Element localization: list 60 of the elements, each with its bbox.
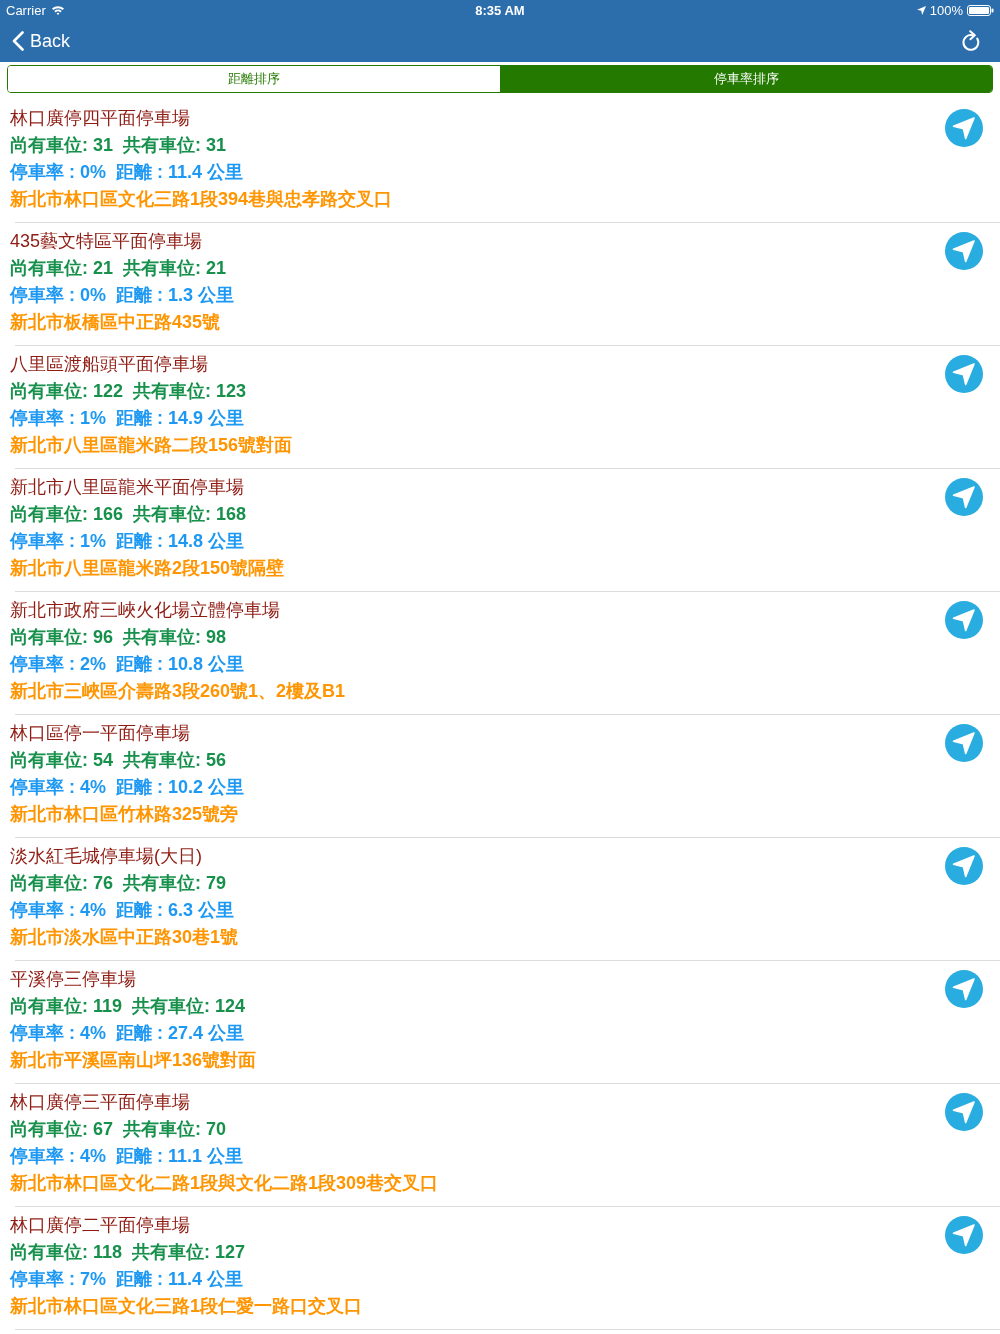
occupancy-distance-text: 停車率 : 1% 距離 : 14.8 公里 [10,530,245,553]
address-text: 新北市林口區文化二路1段與文化二路1段309巷交叉口 [10,1172,439,1195]
parking-spaces-text: 尚有車位: 118 共有車位: 127 [10,1241,246,1264]
occupancy-distance-text: 停車率 : 4% 距離 : 27.4 公里 [10,1022,245,1045]
parking-spaces-text: 尚有車位: 31 共有車位: 31 [10,134,227,157]
navigation-icon[interactable] [945,109,983,147]
lot-name: 林口廣停四平面停車場 [10,107,190,130]
parking-spaces-text: 尚有車位: 122 共有車位: 123 [10,380,247,403]
occupancy-distance-text: 停車率 : 4% 距離 : 11.1 公里 [10,1145,244,1168]
occupancy-distance-text: 停車率 : 2% 距離 : 10.8 公里 [10,653,245,676]
address-text: 新北市三峽區介壽路3段260號1、2樓及B1 [10,680,346,703]
occupancy-distance-text: 停車率 : 0% 距離 : 1.3 公里 [10,284,235,307]
navigation-icon[interactable] [945,847,983,885]
lot-name: 新北市政府三峽火化場立體停車場 [10,599,280,622]
parking-spaces-text: 尚有車位: 119 共有車位: 124 [10,995,246,1018]
occupancy-distance-text: 停車率 : 1% 距離 : 14.9 公里 [10,407,245,430]
refresh-icon[interactable] [961,30,981,52]
occupancy-distance-text: 停車率 : 0% 距離 : 11.4 公里 [10,161,244,184]
address-text: 新北市平溪區南山坪136號對面 [10,1049,257,1072]
navigation-icon[interactable] [945,1093,983,1131]
occupancy-distance-text: 停車率 : 7% 距離 : 11.4 公里 [10,1268,244,1291]
back-button[interactable]: Back [12,28,71,54]
lot-name: 淡水紅毛城停車場(大日) [10,845,202,868]
address-text: 新北市八里區龍米路二段156號對面 [10,434,293,457]
chevron-left-icon [12,31,24,51]
lot-name: 林口廣停三平面停車場 [10,1091,190,1114]
occupancy-distance-text: 停車率 : 4% 距離 : 6.3 公里 [10,899,235,922]
address-text: 新北市八里區龍米路2段150號隔壁 [10,557,285,580]
wifi-icon [50,5,65,15]
battery-icon [967,4,994,16]
navigation-icon[interactable] [945,355,983,393]
status-time: 8:35 AM [475,2,525,18]
address-text: 新北市林口區文化三路1段仁愛一路口交叉口 [10,1295,362,1318]
parking-spaces-text: 尚有車位: 166 共有車位: 168 [10,503,247,526]
address-text: 新北市板橋區中正路435號 [10,311,221,334]
navigation-icon[interactable] [945,232,983,270]
parking-spaces-text: 尚有車位: 76 共有車位: 79 [10,872,227,895]
parking-spaces-text: 尚有車位: 54 共有車位: 56 [10,749,227,772]
lot-name: 435藝文特區平面停車場 [10,230,203,253]
sort-tab[interactable]: 停車率排序 [499,66,992,92]
navigation-icon[interactable] [945,970,983,1008]
parking-spaces-text: 尚有車位: 67 共有車位: 70 [10,1118,227,1141]
navigation-icon[interactable] [945,601,983,639]
lot-name: 平溪停三停車場 [10,968,136,991]
lot-name: 林口廣停二平面停車場 [10,1214,190,1237]
navigation-icon[interactable] [945,478,983,516]
carrier-name: Carrier [6,2,46,18]
location-arrow-icon [916,5,926,15]
occupancy-distance-text: 停車率 : 4% 距離 : 10.2 公里 [10,776,245,799]
navigation-icon[interactable] [945,724,983,762]
address-text: 新北市林口區竹林路325號旁 [10,803,239,826]
navigation-icon[interactable] [945,1216,983,1254]
address-text: 新北市淡水區中正路30巷1號 [10,926,239,949]
battery-percent: 100% [929,2,963,18]
lot-name: 林口區停一平面停車場 [10,722,190,745]
parking-spaces-text: 尚有車位: 96 共有車位: 98 [10,626,227,649]
lot-name: 新北市八里區龍米平面停車場 [10,476,244,499]
lot-name: 八里區渡船頭平面停車場 [10,353,208,376]
address-text: 新北市林口區文化三路1段394巷與忠孝路交叉口 [10,188,393,211]
parking-spaces-text: 尚有車位: 21 共有車位: 21 [10,257,227,280]
